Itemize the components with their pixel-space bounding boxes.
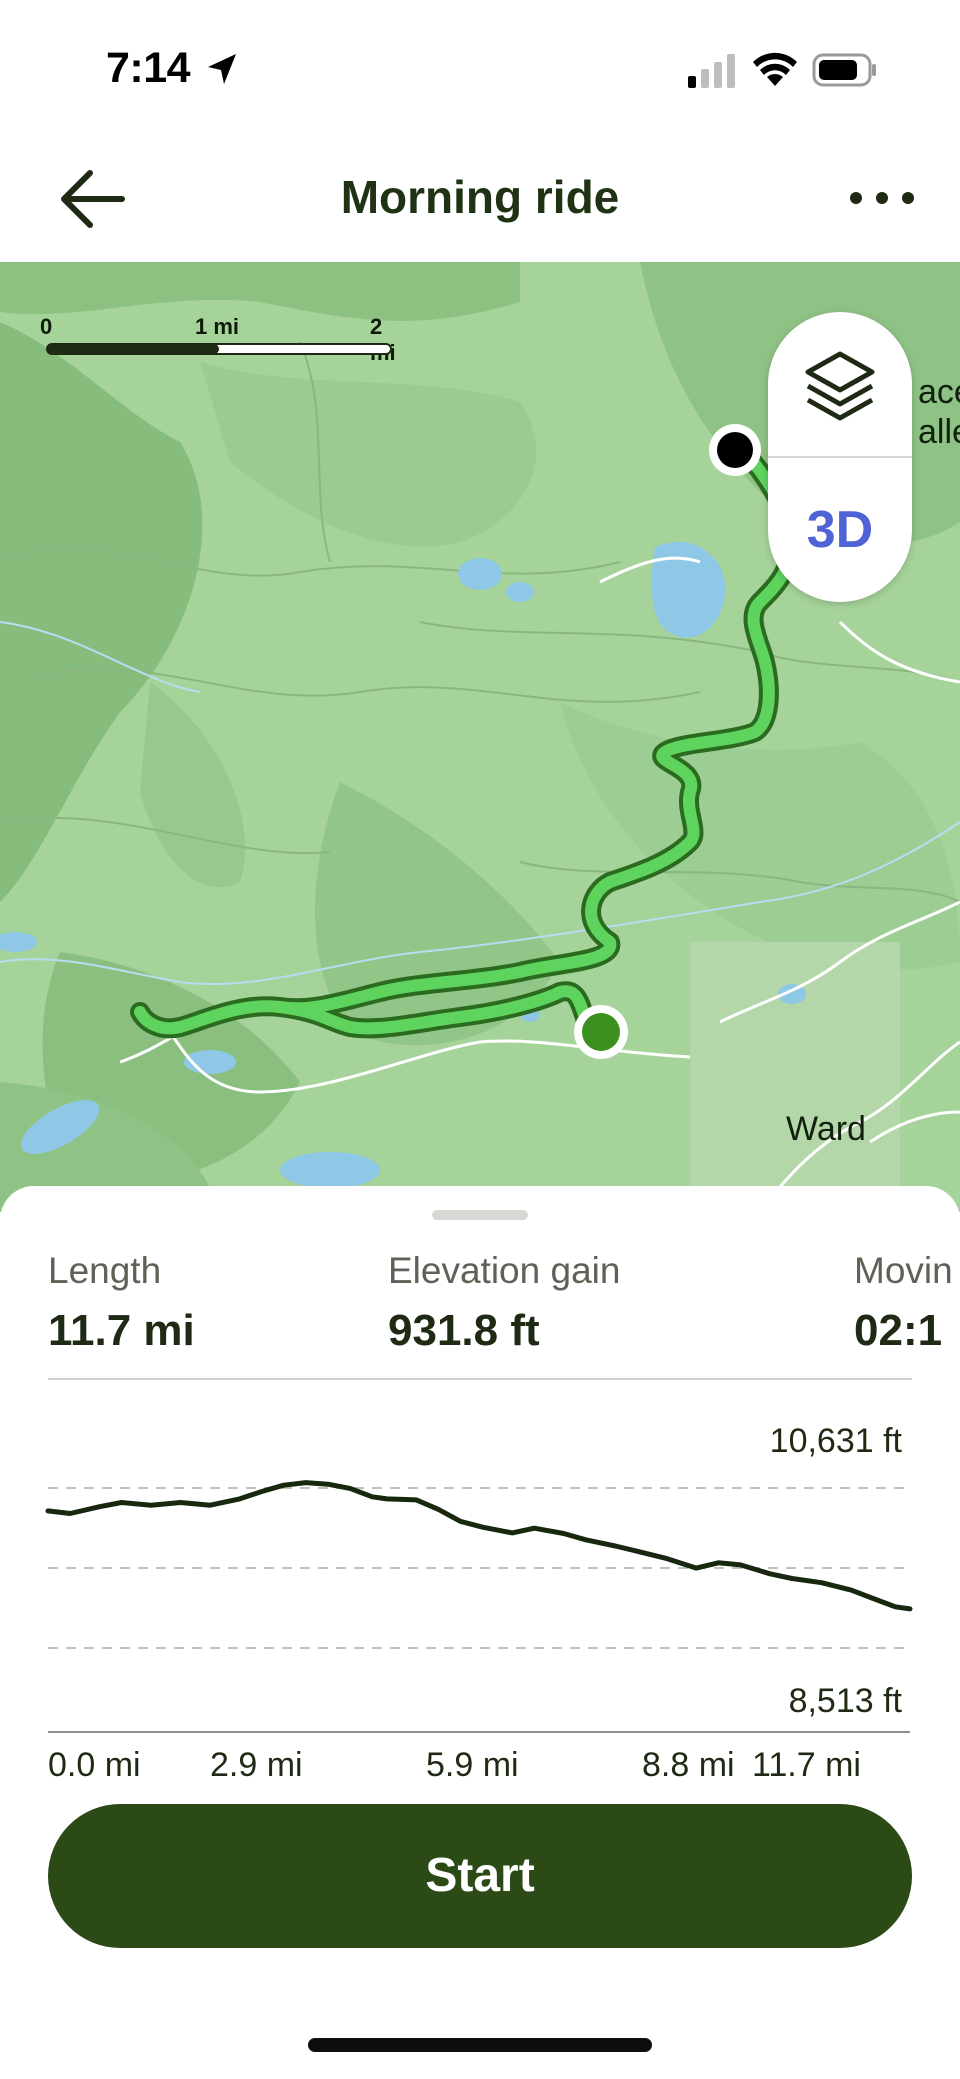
- stat-length-value: 11.7 mi: [48, 1306, 195, 1355]
- 3d-toggle-button[interactable]: 3D: [768, 458, 912, 602]
- battery-icon: [812, 53, 876, 87]
- page-title: Morning ride: [340, 171, 620, 223]
- stat-moving-time: Movin 02:1: [854, 1250, 953, 1356]
- route-map[interactable]: 0 1 mi 2 mi acealle Ward 3D: [0, 262, 960, 1212]
- route-end-marker[interactable]: [709, 424, 761, 476]
- status-time: 7:14: [106, 44, 191, 92]
- stat-moving-time-label: Movin: [854, 1250, 953, 1291]
- top-app-bar: Morning ride: [0, 140, 960, 262]
- stat-length: Length 11.7 mi: [48, 1250, 195, 1356]
- stat-moving-time-value: 02:1: [854, 1306, 943, 1355]
- route-details-sheet: Length 11.7 mi Elevation gain 931.8 ft M…: [0, 1186, 960, 2079]
- stats-divider: [48, 1378, 912, 1380]
- scale-bar: [46, 343, 392, 355]
- map-layers-button[interactable]: [768, 312, 912, 456]
- chart-x-tick-label: 5.9 mi: [426, 1746, 519, 1784]
- chart-x-tick-label: 8.8 mi: [642, 1746, 735, 1784]
- more-horizontal-icon: [850, 192, 914, 204]
- chart-y-min-label: 8,513 ft: [789, 1682, 903, 1720]
- elevation-series-line: [45, 1480, 913, 1612]
- sheet-grabber[interactable]: [432, 1210, 528, 1220]
- chart-x-tick-label: 11.7 mi: [752, 1746, 861, 1784]
- elevation-profile-chart: 10,631 ft 8,513 ft 0.0 mi 2.9 mi 5.9 mi 8.8 m…: [45, 1422, 913, 1784]
- location-arrow-icon: [208, 54, 236, 84]
- cellular-signal-icon: [688, 54, 735, 88]
- stat-length-label: Length: [48, 1250, 162, 1291]
- home-indicator: [308, 2038, 652, 2052]
- start-button[interactable]: Start: [48, 1804, 912, 1948]
- scale-label-1mi: 1 mi: [195, 314, 240, 339]
- map-scale: 0 1 mi 2 mi: [40, 314, 400, 365]
- layers-icon: [805, 351, 875, 421]
- scale-label-0: 0: [40, 314, 53, 339]
- stat-elevation-gain: Elevation gain 931.8 ft: [388, 1250, 620, 1356]
- map-controls: 3D: [768, 312, 912, 602]
- more-options-button[interactable]: [842, 168, 922, 228]
- chart-x-tick-label: 2.9 mi: [210, 1746, 303, 1784]
- scale-label-2mi: 2 mi: [370, 314, 396, 365]
- status-bar: 7:14: [0, 0, 960, 140]
- chart-y-max-label: 10,631 ft: [770, 1422, 903, 1460]
- map-place-label-partial: acealle: [918, 373, 960, 451]
- stat-elevation-gain-value: 931.8 ft: [388, 1306, 540, 1355]
- map-place-ward: Ward: [786, 1110, 866, 1148]
- wifi-icon: [753, 52, 797, 86]
- stat-elevation-gain-label: Elevation gain: [388, 1250, 621, 1291]
- route-start-marker[interactable]: [574, 1005, 628, 1059]
- chart-x-tick-label: 0.0 mi: [48, 1746, 141, 1784]
